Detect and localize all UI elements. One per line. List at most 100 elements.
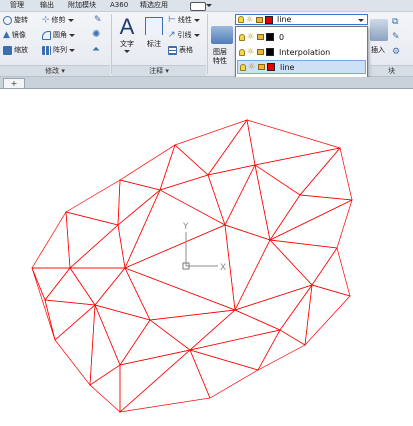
- mesh-triangle[interactable]: [44, 299, 96, 341]
- menu-manage[interactable]: 管理: [10, 1, 24, 10]
- mesh-triangle[interactable]: [268, 199, 353, 249]
- mesh-triangle[interactable]: [117, 189, 161, 270]
- rotate-button[interactable]: 旋转: [3, 14, 28, 26]
- layer-unlock-icon[interactable]: [257, 34, 264, 40]
- linear-label: 线性: [177, 16, 192, 24]
- annotation-panel-title[interactable]: 注释 ▾: [112, 65, 206, 76]
- layer-thaw-sun-icon[interactable]: ☼: [247, 48, 255, 56]
- edit-block-icon[interactable]: ✎: [392, 32, 400, 42]
- mesh-triangle[interactable]: [299, 147, 353, 201]
- mesh-triangle[interactable]: [234, 284, 313, 331]
- mesh-triangle[interactable]: [89, 364, 121, 413]
- mesh-triangle[interactable]: [254, 147, 341, 196]
- mesh-triangle[interactable]: [188, 309, 282, 351]
- mirror-icon: ▲: [3, 30, 10, 40]
- array-button[interactable]: 阵列: [42, 44, 75, 56]
- workspace-toggle-icon[interactable]: [190, 2, 206, 11]
- array-chevron-down-icon[interactable]: [69, 48, 75, 52]
- layer-on-bulb-icon[interactable]: [239, 33, 245, 41]
- scale-button[interactable]: 缩放: [3, 44, 28, 56]
- mesh-triangle[interactable]: [234, 239, 313, 311]
- mesh-triangle[interactable]: [31, 267, 56, 341]
- table-button[interactable]: 表格: [168, 44, 193, 56]
- linear-button[interactable]: ⊢ 线性: [168, 14, 200, 26]
- fillet-button[interactable]: 圆角: [42, 29, 75, 41]
- layer-combo-box[interactable]: ☼ line: [235, 14, 368, 25]
- modify-panel-title[interactable]: 修改 ▾: [0, 65, 110, 76]
- layer-row-0[interactable]: ☼ 0: [237, 30, 366, 44]
- insert-block-icon[interactable]: [370, 19, 388, 41]
- mirror-button[interactable]: ▲ 镜像: [3, 29, 26, 41]
- mesh-triangle[interactable]: [257, 329, 306, 371]
- mesh-triangle[interactable]: [311, 247, 351, 297]
- mesh-triangle[interactable]: [189, 329, 281, 371]
- mesh-triangle[interactable]: [268, 194, 354, 241]
- layer-unlock-icon[interactable]: [257, 49, 264, 55]
- mesh-triangle[interactable]: [44, 267, 96, 306]
- mesh-triangle[interactable]: [94, 267, 151, 321]
- layer-thaw-sun-icon[interactable]: ☼: [248, 63, 256, 71]
- layer-thaw-sun-icon[interactable]: ☼: [247, 33, 255, 41]
- text-chevron-down-icon: [124, 50, 130, 53]
- mesh-triangle[interactable]: [69, 267, 126, 306]
- workspace-chevron-down-icon[interactable]: [206, 4, 212, 7]
- layer-on-bulb-icon[interactable]: [240, 63, 246, 71]
- offset-icon[interactable]: ⏶: [92, 44, 100, 55]
- layer-properties-icon[interactable]: [211, 26, 233, 44]
- mesh-triangle[interactable]: [224, 224, 271, 312]
- scale-icon: [3, 45, 12, 55]
- leader-chevron-down-icon[interactable]: [193, 33, 200, 37]
- mesh-triangle[interactable]: [124, 189, 226, 269]
- layer-unlock-icon[interactable]: [258, 64, 265, 70]
- block-panel-title[interactable]: 块: [370, 65, 413, 76]
- mesh-triangle[interactable]: [207, 164, 256, 226]
- menu-addins[interactable]: 附加模块: [68, 1, 96, 10]
- trim-label: 修剪: [51, 16, 66, 24]
- mesh-triangle[interactable]: [159, 174, 226, 226]
- trim-button[interactable]: ⊹ 修剪: [42, 14, 74, 26]
- layer-on-bulb-icon[interactable]: [239, 48, 245, 56]
- mesh-triangle[interactable]: [174, 119, 248, 176]
- attribute-icon[interactable]: ⚙: [392, 47, 400, 57]
- drawing-canvas[interactable]: Y X: [0, 89, 413, 424]
- mesh-triangle[interactable]: [159, 144, 209, 191]
- text-button[interactable]: A 文字: [117, 15, 137, 53]
- trim-chevron-down-icon[interactable]: [67, 18, 74, 22]
- erase-icon[interactable]: ✎: [94, 15, 102, 25]
- mesh-triangle[interactable]: [224, 163, 271, 241]
- mesh-triangle[interactable]: [54, 304, 96, 386]
- mesh-triangle[interactable]: [246, 119, 341, 166]
- mesh-triangle[interactable]: [118, 349, 211, 413]
- mesh-triangle[interactable]: [31, 210, 71, 269]
- layer-thaw-sun-icon: ☼: [246, 14, 254, 24]
- mesh-triangle[interactable]: [124, 224, 236, 311]
- mesh-triangle[interactable]: [31, 267, 71, 301]
- leader-button[interactable]: ↗ 引线: [168, 29, 200, 41]
- linear-chevron-down-icon[interactable]: [193, 18, 200, 22]
- layer-row-line[interactable]: ☼ line: [237, 60, 366, 74]
- fillet-chevron-down-icon[interactable]: [69, 33, 75, 37]
- layer-color-swatch: [266, 33, 274, 41]
- mesh-triangle[interactable]: [65, 179, 121, 226]
- menu-output[interactable]: 输出: [40, 1, 54, 10]
- insert-label[interactable]: 插入: [371, 45, 385, 55]
- layer-combo-chevron-down-icon[interactable]: [358, 19, 364, 22]
- create-block-icon[interactable]: ⧉: [392, 17, 398, 27]
- mesh-triangle[interactable]: [69, 224, 126, 269]
- mirror-label: 镜像: [11, 31, 26, 39]
- layer-properties-label[interactable]: 图层特性: [213, 48, 233, 66]
- text-a-icon: A: [119, 14, 135, 39]
- mesh-triangle[interactable]: [117, 179, 161, 226]
- dimension-button[interactable]: 标注: [143, 15, 165, 49]
- new-tab-button[interactable]: +: [3, 78, 25, 88]
- mesh-triangle[interactable]: [94, 304, 151, 366]
- mesh-triangle[interactable]: [149, 309, 237, 351]
- menu-featured-apps[interactable]: 精选应用: [140, 1, 168, 10]
- mesh-triangle[interactable]: [119, 144, 176, 191]
- mesh-triangle[interactable]: [304, 284, 351, 347]
- menu-a360[interactable]: A360: [110, 1, 128, 10]
- explode-icon[interactable]: ✺: [92, 29, 100, 40]
- dimension-label: 标注: [147, 40, 161, 48]
- layer-row-interpolation[interactable]: ☼ Interpolation: [237, 45, 366, 59]
- mesh-triangle[interactable]: [65, 211, 119, 269]
